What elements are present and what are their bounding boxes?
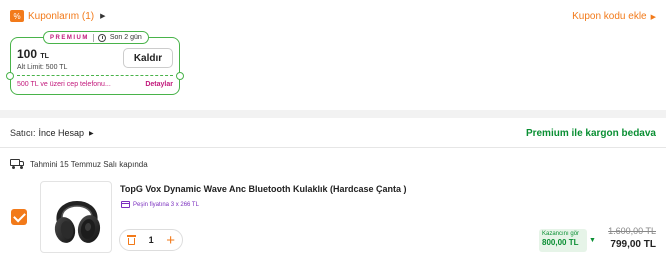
coupon-limit: Alt Limit: 500 TL — [17, 64, 68, 71]
seller-prefix: Satıcı: — [10, 128, 36, 138]
headphones-image — [54, 201, 101, 243]
plus-icon[interactable]: + — [166, 233, 175, 248]
trash-icon[interactable] — [127, 235, 136, 245]
coupon-card: PREMIUM Son 2 gün 100 TL Alt Limit: 500 … — [6, 31, 184, 95]
earnings-amount: 800,00 TL — [542, 238, 579, 247]
delivery-text: Tahmini 15 Temmuz Salı kapında — [30, 159, 148, 169]
coupons-toggle[interactable]: % Kuponlarım (1) ▶ — [10, 10, 106, 22]
remove-coupon-button[interactable]: Kaldır — [123, 48, 173, 68]
add-coupon-link[interactable]: Kupon kodu ekle ▶ — [572, 11, 656, 22]
free-shipping-text: Premium ile kargon bedava — [525, 128, 656, 139]
coupon-details-link[interactable]: Detaylar — [145, 81, 173, 88]
quantity-stepper: 1 + — [119, 229, 183, 251]
seller-row: Satıcı: İnce Hesap ▶ Premium ile kargon … — [0, 118, 666, 148]
old-price: 1.600,00 TL — [608, 226, 656, 236]
seller-name: İnce Hesap — [38, 128, 85, 138]
chevron-right-icon: ▶ — [100, 13, 106, 20]
coupon-currency: TL — [40, 53, 49, 60]
coupon-amount: 100 TL — [17, 47, 49, 61]
badge-divider — [92, 33, 94, 42]
delivery-estimate: Tahmini 15 Temmuz Salı kapında — [10, 159, 148, 169]
card-icon — [121, 201, 130, 208]
earnings-box[interactable]: Kazancını gör 800,00 TL — [539, 229, 587, 252]
coupon-divider — [17, 75, 173, 76]
seller-link[interactable]: Satıcı: İnce Hesap ▶ — [10, 128, 94, 138]
product-image[interactable] — [40, 181, 112, 253]
premium-label: PREMIUM — [50, 34, 89, 41]
coupon-section: % Kuponlarım (1) ▶ Kupon kodu ekle ▶ PRE… — [0, 0, 666, 118]
earnings-label: Kazancını gör — [542, 231, 580, 237]
time-left: Son 2 gün — [109, 34, 142, 41]
quantity-value: 1 — [148, 235, 154, 245]
product-select-checkbox[interactable] — [11, 209, 27, 225]
coupon-amount-value: 100 — [17, 47, 38, 61]
add-coupon-label: Kupon kodu ekle — [572, 11, 647, 22]
section-separator — [0, 110, 666, 118]
coupons-title: Kuponlarım (1) — [28, 10, 95, 22]
premium-badge: PREMIUM Son 2 gün — [43, 31, 149, 44]
installment-text: Peşin fiyatına 3 x 266 TL — [133, 201, 199, 208]
new-price: 799,00 TL — [610, 239, 656, 250]
coupon-condition: 500 TL ve üzeri cep telefonu... — [17, 81, 111, 88]
chevron-right-icon: ▶ — [89, 130, 94, 137]
coupon-notch-right — [176, 72, 184, 80]
coupon-icon: % — [10, 10, 24, 22]
clock-icon — [97, 33, 106, 42]
product-name[interactable]: TopG Vox Dynamic Wave Anc Bluetooth Kula… — [120, 184, 407, 194]
truck-icon — [10, 159, 25, 169]
chevron-right-icon: ▶ — [650, 13, 656, 21]
chevron-down-icon[interactable]: ▼ — [589, 237, 596, 244]
coupon-notch-left — [6, 72, 14, 80]
installment-info: Peşin fiyatına 3 x 266 TL — [121, 201, 199, 208]
